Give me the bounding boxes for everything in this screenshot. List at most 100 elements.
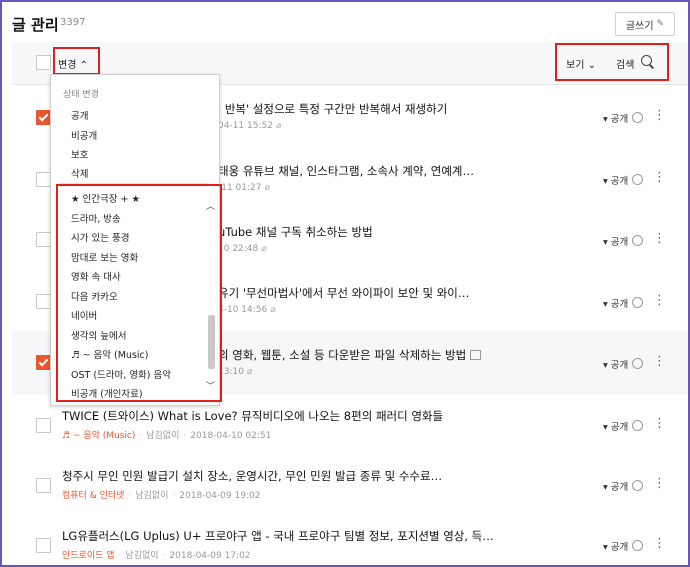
visibility-label: 공개 <box>610 360 629 371</box>
visibility-toggle[interactable]: ▾ 공개 <box>603 419 644 433</box>
status-item-public[interactable]: 공개 <box>71 108 88 122</box>
post-checkbox[interactable] <box>36 232 51 247</box>
post-meta: 안드로이드 앱 · 남김없이 · 2018-04-09 17:02 <box>62 551 251 561</box>
chevron-up-icon: ⌃ <box>79 60 88 71</box>
visibility-toggle[interactable]: ▾ 공개 <box>603 357 644 371</box>
status-item-protected[interactable]: 보호 <box>71 147 88 161</box>
post-checkbox[interactable] <box>36 172 51 187</box>
dropdown-divider <box>59 183 209 184</box>
status-item-delete[interactable]: 삭제 <box>71 166 88 180</box>
category-item[interactable]: 맘대로 보는 영화 <box>71 250 138 264</box>
search-button[interactable]: 검색 <box>616 56 634 71</box>
visibility-label: 공개 <box>610 237 629 248</box>
more-icon[interactable]: ⋮ <box>653 476 666 491</box>
post-author: 남김없이 <box>135 491 169 501</box>
category-item[interactable]: 생각의 늪에서 <box>71 328 126 342</box>
search-icon[interactable] <box>641 55 652 66</box>
post-meta: 4-10 14:56 ⌀ <box>218 305 276 315</box>
category-item[interactable]: 드라마, 방송 <box>71 211 121 225</box>
post-checkbox[interactable] <box>36 538 51 553</box>
dropdown-scrollbar[interactable] <box>208 315 215 369</box>
post-category[interactable]: 안드로이드 앱 <box>62 551 115 561</box>
post-checkbox[interactable] <box>36 110 51 125</box>
page-frame: 글 관리 3397 글쓰기 ✎ 변경 ⌃ 보기 ⌄ 검색 ' 반복' 설정으로 … <box>0 0 690 567</box>
post-category[interactable]: ♬ ~ 음악 (Music) <box>62 431 135 441</box>
post-title[interactable]: 의 영화, 웹툰, 소설 등 다운받은 파일 삭제하는 방법 <box>218 347 482 363</box>
post-title[interactable]: ' 반복' 설정으로 특정 구간만 반복해서 재생하기 <box>218 101 447 117</box>
post-title[interactable]: uTube 채널 구독 취소하는 방법 <box>218 224 373 240</box>
visibility-toggle[interactable]: ▾ 공개 <box>603 479 644 493</box>
post-title[interactable]: LG유플러스(LG Uplus) U+ 프로야구 앱 - 국내 프로야구 팀별 … <box>62 528 494 544</box>
select-all-checkbox[interactable] <box>36 55 51 70</box>
globe-icon <box>632 358 644 369</box>
visibility-toggle[interactable]: ▾ 공개 <box>603 539 644 553</box>
category-item[interactable]: OST (드라마, 영화) 음악 <box>71 367 171 381</box>
post-row[interactable]: LG유플러스(LG Uplus) U+ 프로야구 앱 - 국내 프로야구 팀별 … <box>12 515 688 565</box>
scroll-up-icon[interactable]: ︿ <box>206 199 215 212</box>
post-date: 2018-04-10 02:51 <box>190 431 272 441</box>
category-item[interactable]: ★ 인간극장 + ★ <box>71 191 140 205</box>
view-button[interactable]: 보기 ⌄ <box>566 56 596 71</box>
view-label: 보기 <box>566 60 585 71</box>
post-meta: 13:10 ⌀ <box>218 367 252 377</box>
globe-icon <box>632 174 644 185</box>
change-label: 변경 <box>58 60 77 71</box>
more-icon[interactable]: ⋮ <box>653 231 666 246</box>
post-checkbox[interactable] <box>36 478 51 493</box>
post-author: 남김없이 <box>125 551 159 561</box>
category-item[interactable]: ♬ ~ 음악 (Music) <box>71 347 148 361</box>
post-checkbox[interactable] <box>36 355 51 370</box>
post-title[interactable]: 청주시 무인 민원 발급기 설치 장소, 운영시간, 무인 민원 발급 종류 및… <box>62 468 442 484</box>
post-title-text: 의 영화, 웹툰, 소설 등 다운받은 파일 삭제하는 방법 <box>218 348 467 362</box>
category-item[interactable]: 비공개 (개인자료) <box>71 386 143 400</box>
post-checkbox[interactable] <box>36 418 51 433</box>
attachment-icon: ⌀ <box>270 305 276 315</box>
post-title[interactable]: 태웅 유튜브 채널, 인스타그램, 소속사 계약, 연예계… <box>218 163 474 179</box>
category-item[interactable]: 네이버 <box>71 308 97 322</box>
post-count: 3397 <box>60 17 86 28</box>
visibility-toggle[interactable]: ▾ 공개 <box>603 111 644 125</box>
post-title[interactable]: 유기 '무선마법사'에서 무선 와이파이 보안 및 와이… <box>218 285 469 301</box>
post-meta: ♬ ~ 음악 (Music) · 남김없이 · 2018-04-10 02:51 <box>62 431 272 441</box>
write-button[interactable]: 글쓰기 ✎ <box>615 12 675 36</box>
globe-icon <box>632 112 644 123</box>
more-icon[interactable]: ⋮ <box>653 108 666 123</box>
more-icon[interactable]: ⋮ <box>653 536 666 551</box>
post-checkbox[interactable] <box>36 294 51 309</box>
visibility-toggle[interactable]: ▾ 공개 <box>603 173 644 187</box>
attachment-icon: ⌀ <box>275 121 282 131</box>
page-title: 글 관리 <box>12 16 59 34</box>
visibility-toggle[interactable]: ▾ 공개 <box>603 296 644 310</box>
more-icon[interactable]: ⋮ <box>653 293 666 308</box>
post-date: 4-10 14:56 <box>218 305 268 315</box>
scroll-down-icon[interactable]: ﹀ <box>206 379 215 392</box>
post-date: 10 22:48 <box>218 244 259 254</box>
category-item[interactable]: 시가 있는 풍경 <box>71 230 129 244</box>
post-date: 2018-04-09 19:02 <box>179 491 261 501</box>
attachment-icon: ⌀ <box>261 244 267 254</box>
change-button[interactable]: 변경 ⌃ <box>58 56 88 71</box>
post-category[interactable]: 컴퓨터 & 인터넷 <box>62 491 124 501</box>
more-icon[interactable]: ⋮ <box>653 416 666 431</box>
category-item[interactable]: 영화 속 대사 <box>71 269 121 283</box>
post-title[interactable]: TWICE (트와이스) What is Love? 뮤직비디오에 나오는 8편… <box>62 408 443 424</box>
more-icon[interactable]: ⋮ <box>653 354 666 369</box>
search-label: 검색 <box>616 60 635 71</box>
chevron-down-icon: ⌄ <box>587 60 596 71</box>
category-item[interactable]: 다음 카카오 <box>71 289 118 303</box>
globe-icon <box>632 540 644 551</box>
globe-icon <box>632 420 644 431</box>
globe-icon <box>632 297 644 308</box>
write-label: 글쓰기 <box>625 20 654 32</box>
more-icon[interactable]: ⋮ <box>653 170 666 185</box>
visibility-label: 공개 <box>610 542 629 553</box>
post-meta: -11 01:27 ⌀ <box>218 183 270 193</box>
status-item-private[interactable]: 비공개 <box>71 128 97 142</box>
post-author: 남김없이 <box>146 431 180 441</box>
post-meta: 컴퓨터 & 인터넷 · 남김없이 · 2018-04-09 19:02 <box>62 491 261 501</box>
pencil-icon: ✎ <box>656 19 665 29</box>
change-dropdown-menu: 상태 변경 공개 비공개 보호 삭제 ★ 인간극장 + ★ 드라마, 방송 시가… <box>50 74 220 406</box>
post-row[interactable]: 청주시 무인 민원 발급기 설치 장소, 운영시간, 무인 민원 발급 종류 및… <box>12 455 688 516</box>
visibility-toggle[interactable]: ▾ 공개 <box>603 234 644 248</box>
globe-icon <box>632 235 644 246</box>
